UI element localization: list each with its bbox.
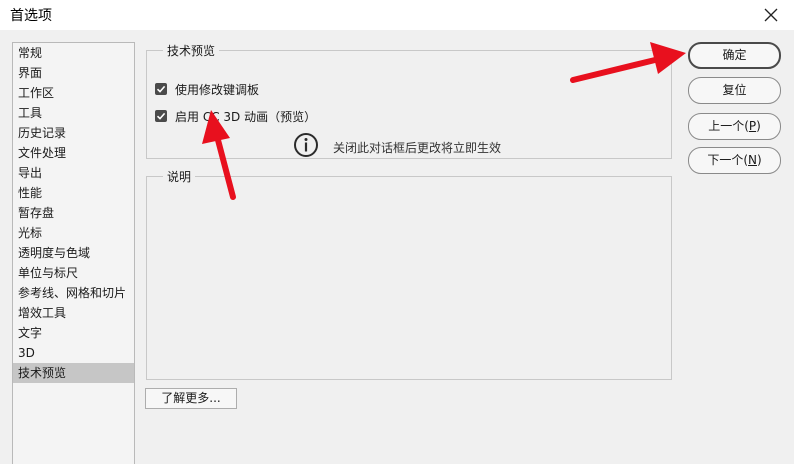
modifier-palette-checkbox[interactable] xyxy=(155,83,167,95)
checkmark-icon xyxy=(156,85,166,93)
ok-button-label: 确定 xyxy=(722,48,747,62)
sidebar-item-history[interactable]: 历史记录 xyxy=(13,123,134,143)
description-legend: 说明 xyxy=(167,170,192,184)
preferences-category-list: 常规 界面 工作区 工具 历史记录 文件处理 导出 性能 暂存盘 光标 透明度与… xyxy=(12,42,135,464)
info-icon xyxy=(294,133,318,157)
cc-3d-animation-checkbox[interactable] xyxy=(155,110,167,122)
sidebar-item-cursors[interactable]: 光标 xyxy=(13,223,134,243)
sidebar-item-interface[interactable]: 界面 xyxy=(13,63,134,83)
close-button[interactable] xyxy=(748,0,794,30)
modifier-palette-option[interactable]: 使用修改键调板 xyxy=(155,81,259,97)
close-icon xyxy=(764,8,778,22)
restart-note: 关闭此对话框后更改将立即生效 xyxy=(333,141,502,155)
previous-button-text: 上一个( xyxy=(708,119,749,133)
cc-3d-animation-option[interactable]: 启用 CC 3D 动画（预览） xyxy=(155,108,316,124)
previous-button[interactable]: 上一个(P) xyxy=(688,113,781,140)
next-button-text: 下一个( xyxy=(707,153,748,167)
sidebar-item-scratch-disks[interactable]: 暂存盘 xyxy=(13,203,134,223)
sidebar-item-tools[interactable]: 工具 xyxy=(13,103,134,123)
sidebar-item-export[interactable]: 导出 xyxy=(13,163,134,183)
ok-button[interactable]: 确定 xyxy=(688,42,781,69)
title-bar: 首选项 xyxy=(0,0,794,30)
previous-button-suffix: ) xyxy=(756,119,761,133)
reset-button-label: 复位 xyxy=(722,83,747,97)
tech-preview-group: 技术预览 使用修改键调板 启用 CC 3D 动画（预览） 关闭此对话框后更改将立… xyxy=(146,42,672,159)
next-button[interactable]: 下一个(N) xyxy=(688,147,781,174)
sidebar-item-units-rulers[interactable]: 单位与标尺 xyxy=(13,263,134,283)
learn-more-button[interactable]: 了解更多... xyxy=(145,388,237,409)
reset-button[interactable]: 复位 xyxy=(688,77,781,104)
next-button-suffix: ) xyxy=(756,153,762,167)
tech-preview-legend: 技术预览 xyxy=(167,44,216,58)
cc-3d-animation-label: 启用 CC 3D 动画（预览） xyxy=(175,109,317,124)
sidebar-item-tech-preview[interactable]: 技术预览 xyxy=(13,363,134,383)
sidebar-item-plugins[interactable]: 增效工具 xyxy=(13,303,134,323)
sidebar-item-3d[interactable]: 3D xyxy=(13,343,134,363)
modifier-palette-label: 使用修改键调板 xyxy=(175,82,260,97)
sidebar-item-transparency-gamut[interactable]: 透明度与色域 xyxy=(13,243,134,263)
checkmark-icon xyxy=(156,112,166,120)
next-button-accesskey: N xyxy=(748,153,757,167)
sidebar-item-general[interactable]: 常规 xyxy=(13,43,134,63)
sidebar-item-type[interactable]: 文字 xyxy=(13,323,134,343)
sidebar-item-performance[interactable]: 性能 xyxy=(13,183,134,203)
sidebar-item-file-handling[interactable]: 文件处理 xyxy=(13,143,134,163)
sidebar-item-guides-grid-slices[interactable]: 参考线、网格和切片 xyxy=(13,283,134,303)
sidebar-item-workspace[interactable]: 工作区 xyxy=(13,83,134,103)
description-group: 说明 xyxy=(146,168,672,380)
window-title: 首选项 xyxy=(10,8,52,24)
